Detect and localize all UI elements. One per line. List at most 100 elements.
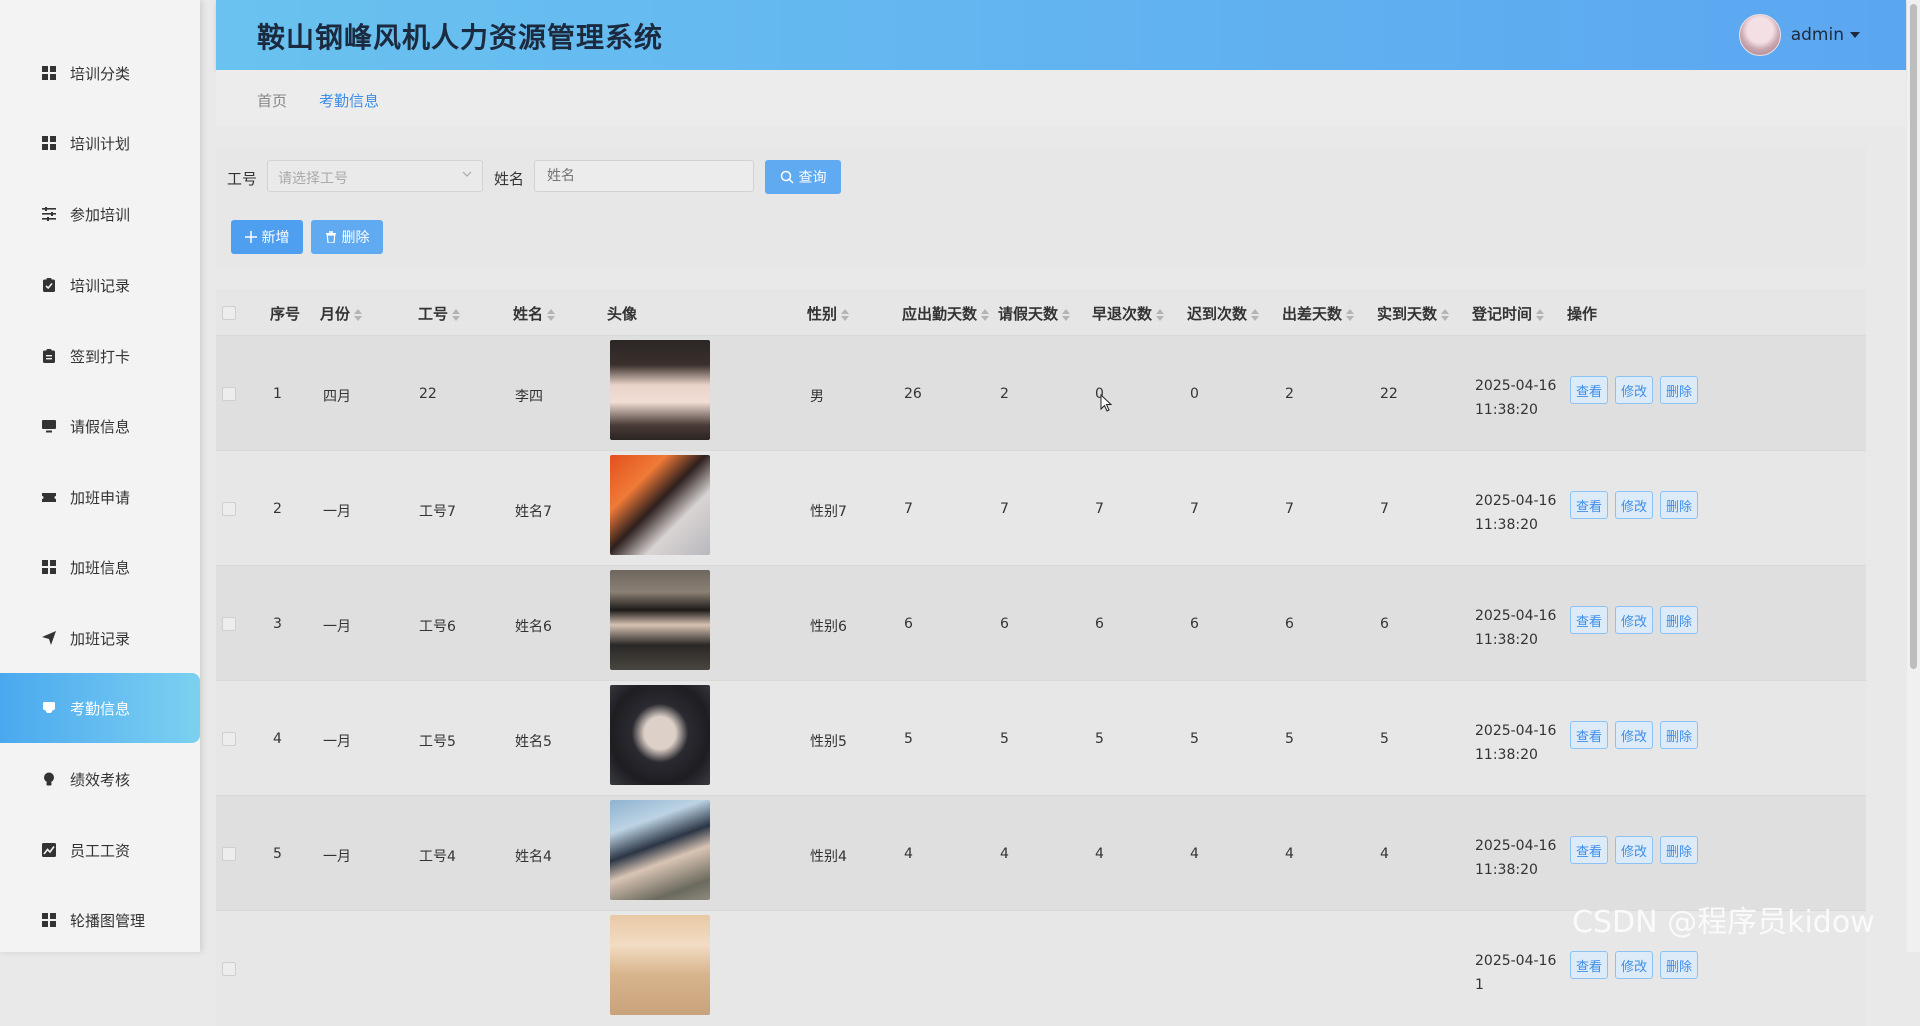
header-late[interactable]: 迟到次数 [1187,303,1260,324]
sidebar-item-carousel[interactable]: 轮播图管理 [0,885,200,955]
sort-icon[interactable] [354,308,363,321]
sidebar-item-overtime-records[interactable]: 加班记录 [0,603,200,673]
add-label: 新增 [261,230,290,246]
sort-icon[interactable] [1441,308,1450,321]
edit-button[interactable]: 修改 [1615,836,1653,864]
sidebar-item-training-records[interactable]: 培训记录 [0,250,200,320]
cell-due-days: 6 [904,616,913,632]
header-name[interactable]: 姓名 [513,303,556,324]
header-gender[interactable]: 性别 [807,303,850,324]
delete-button[interactable]: 删除 [311,220,383,254]
scrollbar-thumb[interactable] [1910,4,1917,669]
header-due-days[interactable]: 应出勤天数 [902,303,990,324]
table-row[interactable]: 4 一月 工号5 姓名5 性别5 5 5 5 5 5 5 2025-04-16 … [216,680,1866,796]
row-checkbox[interactable] [222,962,236,976]
xingming-input[interactable] [534,160,754,192]
sort-icon[interactable] [1062,308,1071,321]
cell-name: 姓名5 [515,734,552,750]
header-reg-time-label: 登记时间 [1472,305,1533,323]
edit-button[interactable]: 修改 [1615,721,1653,749]
sidebar-item-overtime-info[interactable]: 加班信息 [0,532,200,602]
row-delete-button[interactable]: 删除 [1660,491,1698,519]
avatar[interactable] [1738,14,1781,56]
view-button[interactable]: 查看 [1570,836,1608,864]
edit-button[interactable]: 修改 [1615,951,1653,979]
view-button[interactable]: 查看 [1570,491,1608,519]
avatar-photo[interactable] [610,915,710,1015]
send-icon [42,631,56,645]
sort-icon[interactable] [547,308,556,321]
gonghao-select[interactable]: 请选择工号 [267,160,483,192]
header-actual-days[interactable]: 实到天数 [1377,303,1450,324]
sort-icon[interactable] [1536,308,1545,321]
sidebar-item-training-plan[interactable]: 培训计划 [0,108,200,178]
view-button[interactable]: 查看 [1570,376,1608,404]
avatar-photo[interactable] [610,455,710,555]
page-scrollbar[interactable] [1907,0,1920,952]
view-button[interactable]: 查看 [1570,721,1608,749]
cell-month: 一月 [323,734,351,750]
cell-name: 李四 [515,389,543,405]
row-delete-button[interactable]: 删除 [1660,836,1698,864]
edit-button[interactable]: 修改 [1615,491,1653,519]
header-reg-time[interactable]: 登记时间 [1472,303,1545,324]
header-seq: 序号 [270,305,301,323]
caret-down-icon[interactable] [1850,32,1860,38]
edit-button[interactable]: 修改 [1615,376,1653,404]
add-button[interactable]: 新增 [231,220,303,254]
breadcrumb-home[interactable]: 首页 [257,90,287,111]
select-all-checkbox[interactable] [222,306,236,320]
sidebar-item-salary[interactable]: 员工工资 [0,815,200,885]
query-button[interactable]: 查询 [765,160,841,194]
cell-month: 一月 [323,849,351,865]
row-checkbox[interactable] [222,387,236,401]
sidebar-item-join-training[interactable]: 参加培训 [0,179,200,249]
row-delete-button[interactable]: 删除 [1660,606,1698,634]
row-delete-button[interactable]: 删除 [1660,721,1698,749]
header-leave-days-label: 请假天数 [998,305,1059,323]
sidebar-item-performance[interactable]: 绩效考核 [0,744,200,814]
username[interactable]: admin [1791,25,1844,45]
avatar-photo[interactable] [610,800,710,900]
row-checkbox[interactable] [222,847,236,861]
row-checkbox[interactable] [222,502,236,516]
avatar-photo[interactable] [610,685,710,785]
avatar-photo[interactable] [610,340,710,440]
sidebar-item-attendance[interactable]: 考勤信息 [0,673,200,743]
sort-icon[interactable] [1251,308,1260,321]
user-menu[interactable]: admin [1738,14,1860,56]
sidebar: 培训分类 培训计划 参加培训 培训记录 签到打卡 请假信息 加班申请 加班信息 … [0,0,200,952]
header-leave-days[interactable]: 请假天数 [998,303,1071,324]
sidebar-item-label: 考勤信息 [70,699,131,718]
header-early-leave[interactable]: 早退次数 [1092,303,1165,324]
view-button[interactable]: 查看 [1570,951,1608,979]
row-delete-button[interactable]: 删除 [1660,951,1698,979]
row-checkbox[interactable] [222,732,236,746]
table-row[interactable]: 2 一月 工号7 姓名7 性别7 7 7 7 7 7 7 2025-04-16 … [216,450,1866,566]
sort-icon[interactable] [1346,308,1355,321]
sidebar-item-overtime-apply[interactable]: 加班申请 [0,462,200,532]
sort-icon[interactable] [841,308,850,321]
cell-reg-time: 2025-04-16 11:38:20 [1475,723,1557,763]
header-month[interactable]: 月份 [320,303,363,324]
sidebar-item-leave-info[interactable]: 请假信息 [0,391,200,461]
header-photo: 头像 [607,305,638,323]
header-actual-days-label: 实到天数 [1377,305,1438,323]
sort-icon[interactable] [1156,308,1165,321]
table-row[interactable]: 5 一月 工号4 姓名4 性别4 4 4 4 4 4 4 2025-04-16 … [216,795,1866,911]
cell-late: 5 [1190,731,1199,747]
sort-icon[interactable] [981,308,990,321]
sidebar-item-training-category[interactable]: 培训分类 [0,38,200,108]
sidebar-item-sign-in[interactable]: 签到打卡 [0,321,200,391]
sort-icon[interactable] [452,308,461,321]
avatar-photo[interactable] [610,570,710,670]
header-gonghao[interactable]: 工号 [418,303,461,324]
header-trip-days[interactable]: 出差天数 [1282,303,1355,324]
cell-trip-days: 7 [1285,501,1294,517]
edit-button[interactable]: 修改 [1615,606,1653,634]
view-button[interactable]: 查看 [1570,606,1608,634]
table-row[interactable]: 1 四月 22 李四 男 26 2 0 0 2 22 2025-04-16 11… [216,335,1866,451]
row-delete-button[interactable]: 删除 [1660,376,1698,404]
table-row[interactable]: 3 一月 工号6 姓名6 性别6 6 6 6 6 6 6 2025-04-16 … [216,565,1866,681]
row-checkbox[interactable] [222,617,236,631]
